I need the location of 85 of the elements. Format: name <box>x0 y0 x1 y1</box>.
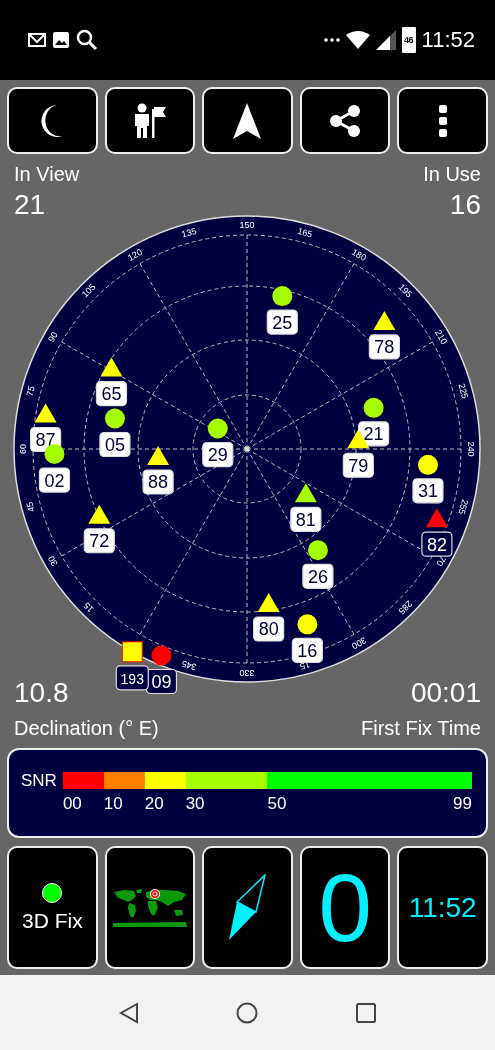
home-button[interactable] <box>236 1001 259 1024</box>
satellite-label: 25 <box>266 309 298 335</box>
satellite-label: 193 <box>115 665 149 691</box>
first-fix-time-label: First Fix Time <box>361 716 481 740</box>
back-button[interactable] <box>118 1001 139 1024</box>
azimuth-label: 210 <box>432 328 450 346</box>
declination-value: 10.8 <box>14 676 69 710</box>
in-view-count: 21 <box>14 188 46 222</box>
satellite-label: 16 <box>291 637 323 663</box>
satellite-label: 65 <box>95 380 128 407</box>
person-flag-icon <box>132 102 167 139</box>
satellite-label: 81 <box>290 506 322 532</box>
compass-needle-icon <box>227 873 268 942</box>
person-flag-button[interactable] <box>104 87 196 154</box>
satellite-label: 05 <box>99 431 131 458</box>
azimuth-label: 240 <box>466 441 476 457</box>
night-mode-button[interactable] <box>7 87 98 154</box>
snr-tick-label: 20 <box>144 794 164 814</box>
azimuth-label: 225 <box>456 382 471 400</box>
share-icon <box>329 103 362 138</box>
azimuth-label: 15 <box>81 600 96 615</box>
satellite-label: 78 <box>368 334 400 360</box>
satellite-label: 80 <box>253 616 285 642</box>
azimuth-label: 255 <box>456 498 471 516</box>
more-icon <box>438 104 447 137</box>
in-view-label: In View <box>14 162 80 186</box>
more-button[interactable] <box>397 87 488 154</box>
clock-time: 11:52 <box>421 27 475 53</box>
navigation-button[interactable] <box>202 87 293 154</box>
wifi-icon <box>345 31 370 49</box>
clock-tile[interactable]: 11:52 <box>397 846 488 969</box>
azimuth-label: 330 <box>239 668 255 678</box>
fix-status-label: 3D Fix <box>21 908 83 933</box>
clock-value: 11:52 <box>408 891 477 924</box>
snr-label: SNR <box>21 771 57 791</box>
location-target-icon <box>149 888 160 899</box>
azimuth-label: 345 <box>180 658 198 673</box>
azimuth-label: 165 <box>296 225 314 240</box>
azimuth-label: 75 <box>24 384 37 398</box>
azimuth-label: 285 <box>396 598 415 617</box>
satellite-label: 02 <box>38 467 71 493</box>
satellite-label: 82 <box>421 531 453 557</box>
mail-icon <box>28 33 46 47</box>
snr-tick-label: 00 <box>62 794 82 814</box>
speed-tile[interactable]: 0 <box>299 846 391 969</box>
in-use-label: In Use <box>423 162 481 186</box>
declination-label: Declination (° E) <box>14 716 159 740</box>
snr-tick-label: 50 <box>267 794 287 814</box>
compass-tile[interactable] <box>202 846 293 969</box>
azimuth-label: 180 <box>350 246 368 264</box>
fix-status-tile[interactable]: 3D Fix <box>7 846 98 969</box>
satellite-label: 79 <box>342 452 374 478</box>
satellite-label: 29 <box>202 441 234 468</box>
snr-tick-label: 99 <box>453 794 472 814</box>
azimuth-label: 135 <box>180 225 198 240</box>
center-dot <box>244 446 250 452</box>
snr-tick-label: 10 <box>103 794 123 814</box>
azimuth-label: 30 <box>46 554 60 568</box>
satellite-label: 31 <box>412 478 444 504</box>
satellite-label: 88 <box>142 469 174 495</box>
azimuth-label: 105 <box>79 281 98 300</box>
first-fix-time-value: 00:01 <box>410 676 481 710</box>
azimuth-label: 150 <box>239 220 255 230</box>
image-icon <box>53 32 69 48</box>
search-icon <box>76 29 98 51</box>
azimuth-label: 300 <box>350 634 368 652</box>
azimuth-label: 195 <box>396 281 415 300</box>
satellite-label: 72 <box>83 528 115 554</box>
azimuth-label: 45 <box>24 500 37 514</box>
satellite-label: 87 <box>30 426 62 453</box>
azimuth-label: 60 <box>18 444 28 454</box>
recents-button[interactable] <box>356 1002 377 1023</box>
world-map-tile[interactable] <box>104 846 196 969</box>
navigation-arrow-icon <box>233 102 262 139</box>
snr-tick-label: 30 <box>185 794 205 814</box>
in-use-count: 16 <box>449 188 481 222</box>
azimuth-label: 70 <box>434 554 448 568</box>
share-button[interactable] <box>299 87 391 154</box>
satellite-label: 26 <box>302 563 334 589</box>
signal-icon <box>375 30 396 50</box>
battery-icon: 46 <box>401 27 416 53</box>
speed-value: 0 <box>318 857 372 958</box>
more-dots-icon <box>323 38 340 42</box>
azimuth-label: 120 <box>126 246 144 264</box>
azimuth-label: 90 <box>46 330 60 344</box>
